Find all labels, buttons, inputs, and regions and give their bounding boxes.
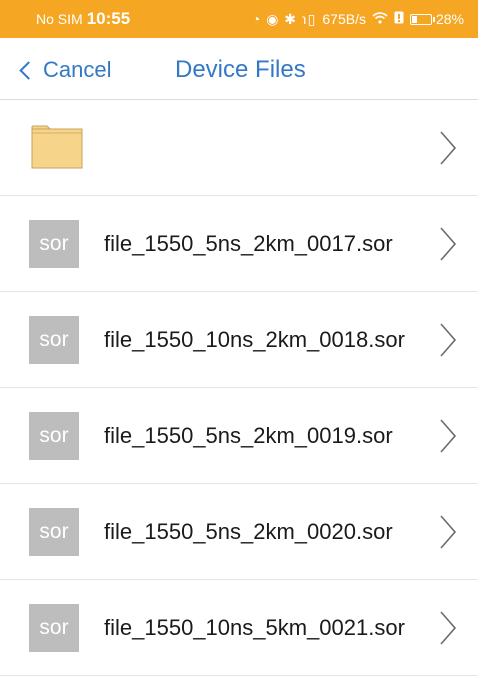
sor-file-icon: sor <box>29 412 79 460</box>
chevron-right-icon <box>440 418 457 453</box>
chevron-left-icon <box>19 61 38 80</box>
sor-file-icon: sor <box>29 220 79 268</box>
file-row[interactable]: sor file_1550_10ns_5km_0021.sor <box>0 580 478 676</box>
status-right: ◔ ◉ ✱ ℩▯ 675B/s 28% <box>252 11 464 28</box>
status-bar: No SIM 10:55 ◔ ◉ ✱ ℩▯ 675B/s 28% <box>0 0 478 38</box>
chevron-right-icon <box>440 130 457 165</box>
clock: 10:55 <box>86 9 131 28</box>
network-speed: 675B/s <box>322 11 366 27</box>
battery-icon <box>409 13 435 25</box>
file-name: file_1550_5ns_2km_0020.sor <box>104 518 393 544</box>
battery-percent: 28% <box>435 11 464 27</box>
carrier-label: No SIM <box>36 11 83 27</box>
folder-name <box>104 100 434 195</box>
navigation-bar: Cancel Device Files <box>0 38 478 100</box>
cancel-button[interactable]: Cancel <box>19 57 112 83</box>
chevron-right-icon <box>440 226 457 261</box>
sor-file-icon: sor <box>29 316 79 364</box>
status-left: No SIM 10:55 <box>36 9 130 29</box>
cancel-label: Cancel <box>43 57 112 82</box>
chevron-right-icon <box>440 610 457 645</box>
chevron-right-icon <box>440 322 457 357</box>
file-row[interactable]: sor file_1550_5ns_2km_0017.sor <box>0 196 478 292</box>
battery-fill <box>411 15 417 23</box>
folder-icon <box>31 125 83 169</box>
file-name: file_1550_5ns_2km_0017.sor <box>104 230 393 256</box>
file-list: sor file_1550_5ns_2km_0017.sor sor file_… <box>0 100 478 676</box>
battery-indicator: 28% <box>409 11 464 27</box>
file-name: file_1550_10ns_2km_0018.sor <box>104 326 405 352</box>
chevron-right-icon <box>440 514 457 549</box>
page-title: Device Files <box>175 56 306 83</box>
sor-file-icon: sor <box>29 604 79 652</box>
sor-file-icon: sor <box>29 508 79 556</box>
file-row[interactable]: sor file_1550_5ns_2km_0020.sor <box>0 484 478 580</box>
file-name: file_1550_5ns_2km_0019.sor <box>104 422 393 448</box>
folder-row[interactable] <box>0 100 478 196</box>
battery-saver-icon <box>394 11 404 27</box>
wifi-icon <box>372 11 388 27</box>
file-row[interactable]: sor file_1550_10ns_2km_0018.sor <box>0 292 478 388</box>
file-name: file_1550_10ns_5km_0021.sor <box>104 614 405 640</box>
status-icons: ◔ ◉ ✱ ℩▯ <box>251 10 317 27</box>
file-row[interactable]: sor file_1550_5ns_2km_0019.sor <box>0 388 478 484</box>
